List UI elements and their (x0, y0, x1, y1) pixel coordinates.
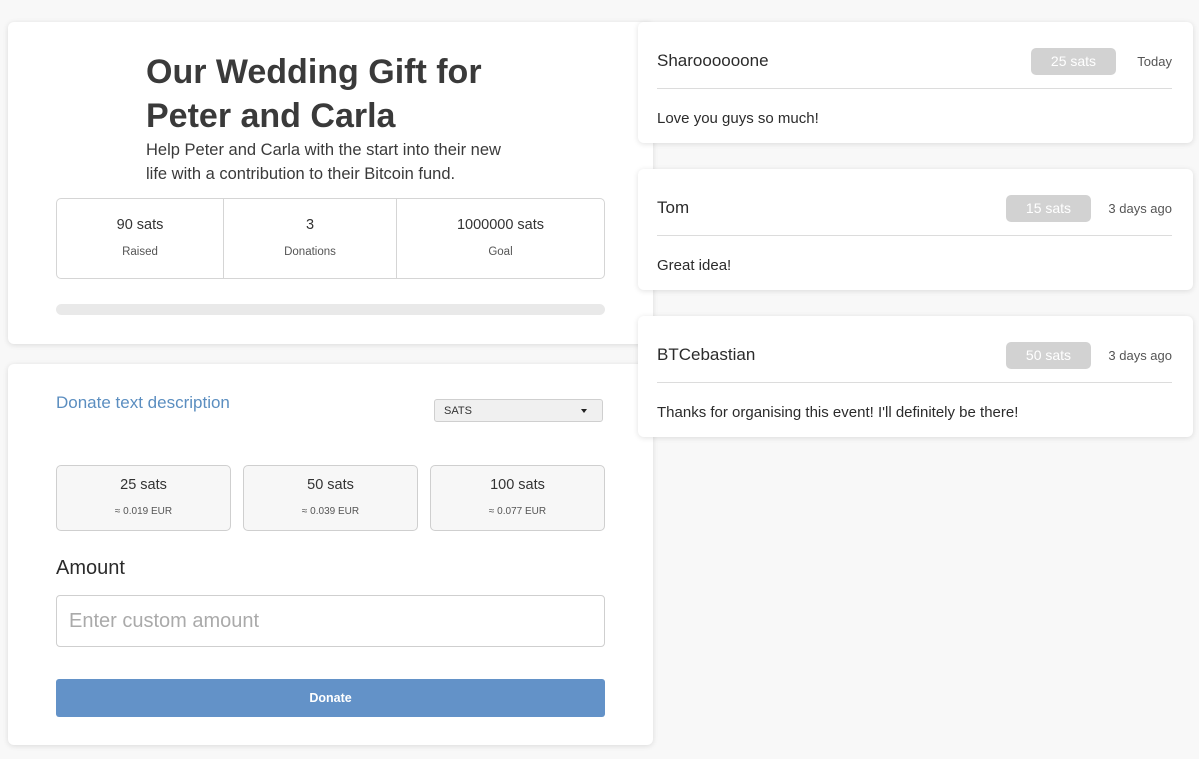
donate-button[interactable]: Donate (56, 679, 605, 717)
campaign-title: Our Wedding Gift for Peter and Carla (146, 53, 482, 135)
donation-date: 3 days ago (1108, 201, 1172, 216)
stat-raised-value: 90 sats (116, 217, 164, 233)
stat-goal-label: Goal (488, 246, 513, 258)
donation-card: Tom 15 sats 3 days ago Great idea! (638, 169, 1193, 290)
preset-amount-100[interactable]: 100 sats ≈ 0.077 EUR (430, 465, 605, 531)
stat-donations-label: Donations (284, 246, 336, 258)
campaign-card: Our Wedding Gift for Peter and Carla Hel… (8, 22, 653, 344)
donation-amount-badge: 50 sats (1006, 342, 1091, 369)
stat-raised: 90 sats Raised (57, 199, 223, 278)
preset-eur: ≈ 0.019 EUR (114, 506, 173, 517)
progress-bar (56, 304, 605, 315)
stat-donations-value: 3 (305, 217, 315, 233)
donation-amount-badge: 15 sats (1006, 195, 1091, 222)
donation-message: Love you guys so much! (657, 110, 819, 127)
donor-name: Tom (657, 198, 690, 217)
preset-sats: 100 sats (490, 477, 545, 493)
donation-date: Today (1137, 54, 1172, 69)
preset-sats: 25 sats (120, 477, 167, 493)
donation-date: 3 days ago (1108, 348, 1172, 363)
campaign-description: Help Peter and Carla with the start into… (146, 141, 501, 183)
donate-description: Donate text description (56, 393, 230, 412)
donor-name: BTCebastian (657, 345, 756, 364)
donor-name: Sharoooooone (657, 51, 769, 70)
donation-amount-badge: 25 sats (1031, 48, 1116, 75)
custom-amount-input[interactable] (56, 595, 605, 647)
donation-message: Thanks for organising this event! I'll d… (657, 404, 1019, 421)
divider (657, 235, 1172, 236)
preset-sats: 50 sats (307, 477, 354, 493)
divider (657, 382, 1172, 383)
stat-raised-label: Raised (122, 246, 158, 258)
stat-donations: 3 Donations (223, 199, 396, 278)
preset-eur: ≈ 0.039 EUR (301, 506, 360, 517)
donate-form-card: Donate text description SATS 25 sats ≈ 0… (8, 364, 653, 745)
preset-eur: ≈ 0.077 EUR (488, 506, 547, 517)
stat-goal-value: 1000000 sats (456, 217, 545, 233)
stat-goal: 1000000 sats Goal (396, 199, 604, 278)
chevron-down-icon (581, 409, 587, 413)
campaign-stats: 90 sats Raised 3 Donations 1000000 sats … (56, 198, 605, 279)
preset-amount-50[interactable]: 50 sats ≈ 0.039 EUR (243, 465, 418, 531)
donation-message: Great idea! (657, 257, 732, 274)
currency-select-value: SATS (444, 405, 472, 417)
amount-label: Amount (56, 557, 125, 579)
preset-amount-25[interactable]: 25 sats ≈ 0.019 EUR (56, 465, 231, 531)
currency-select[interactable]: SATS (434, 399, 603, 422)
divider (657, 88, 1172, 89)
donation-card: Sharoooooone 25 sats Today Love you guys… (638, 22, 1193, 143)
donation-card: BTCebastian 50 sats 3 days ago Thanks fo… (638, 316, 1193, 437)
